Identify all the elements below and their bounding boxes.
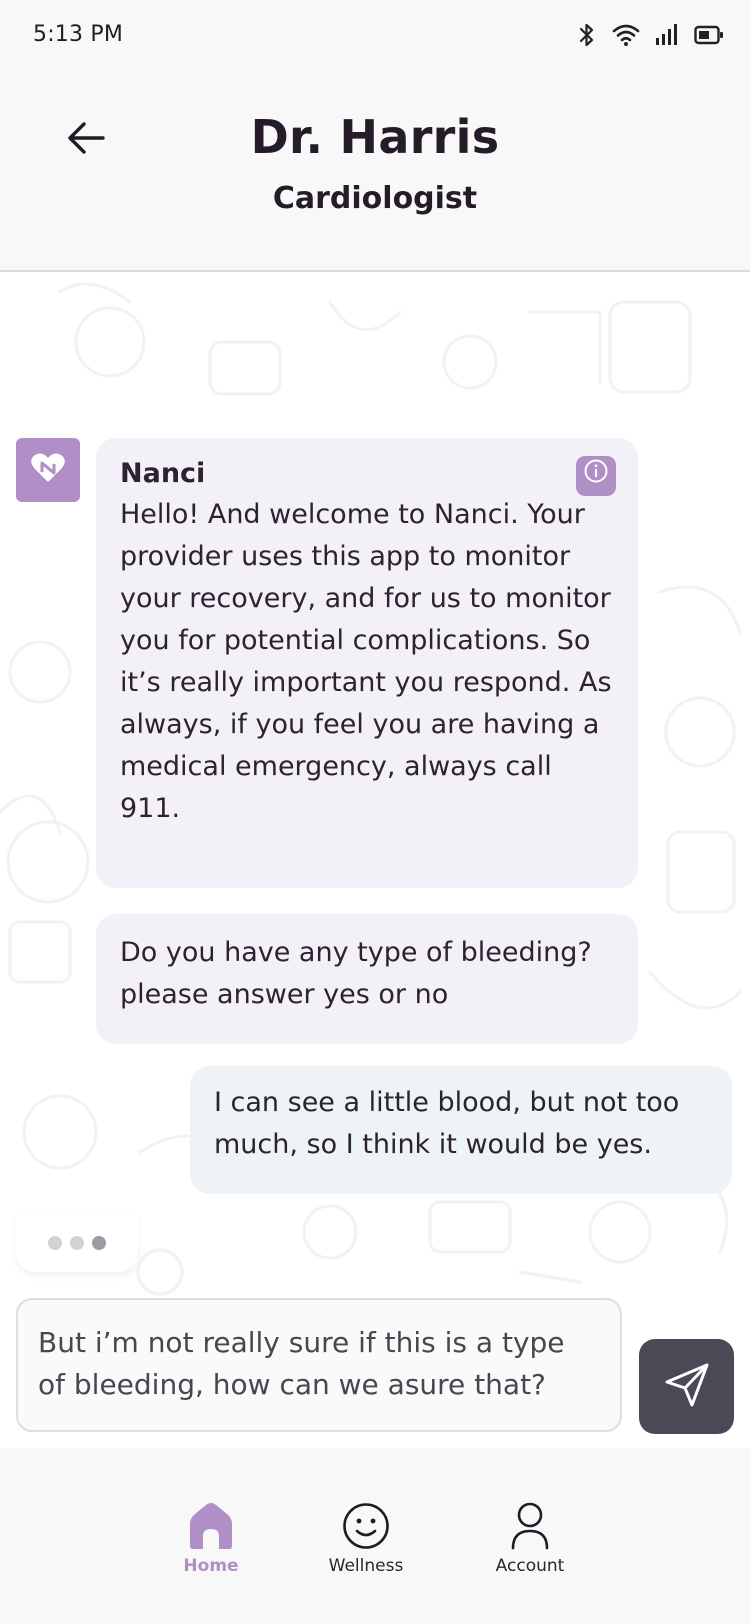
typing-dot — [48, 1236, 62, 1250]
message-text: I can see a little blood, but not too mu… — [214, 1087, 680, 1160]
nav-item-wellness[interactable]: Wellness — [306, 1498, 426, 1576]
nav-label: Account — [495, 1556, 565, 1576]
typing-indicator — [16, 1214, 138, 1272]
status-icons — [576, 22, 724, 48]
bluetooth-icon — [576, 22, 598, 48]
user-message: I can see a little blood, but not too mu… — [190, 1066, 732, 1194]
nav-label: Wellness — [328, 1556, 404, 1576]
battery-icon — [694, 24, 724, 46]
nav-item-home[interactable]: Home — [151, 1498, 271, 1576]
chat-area[interactable]: Nanci Hello! And welcome to Nanci. Your … — [0, 272, 750, 1448]
signal-icon — [654, 23, 680, 47]
status-bar: 5:13 PM — [0, 0, 750, 72]
bot-message: Do you have any type of bleeding? please… — [96, 914, 638, 1044]
nav-label: Home — [183, 1556, 239, 1576]
send-button[interactable] — [639, 1339, 734, 1434]
info-icon — [583, 455, 609, 497]
typing-dot — [92, 1236, 106, 1250]
nanci-avatar — [16, 438, 80, 502]
message-text: Hello! And welcome to Nanci. Your provid… — [120, 499, 612, 824]
person-icon — [470, 1498, 590, 1550]
bottom-nav: Home Wellness Account — [0, 1448, 750, 1624]
page-title: Dr. Harris — [250, 110, 500, 164]
send-icon — [663, 1362, 711, 1412]
message-input[interactable]: But i’m not really sure if this is a typ… — [16, 1298, 622, 1432]
page-subtitle: Cardiologist — [272, 181, 478, 216]
info-button[interactable] — [576, 456, 616, 496]
smiley-icon — [306, 1498, 426, 1550]
heart-logo-icon — [31, 452, 65, 488]
message-sender: Nanci — [120, 458, 206, 489]
status-time: 5:13 PM — [33, 22, 124, 47]
nav-item-account[interactable]: Account — [470, 1498, 590, 1576]
chat-header: Dr. Harris Cardiologist — [0, 72, 750, 272]
typing-dot — [70, 1236, 84, 1250]
bot-message: Nanci Hello! And welcome to Nanci. Your … — [96, 438, 638, 888]
home-icon — [151, 1498, 271, 1550]
wifi-icon — [612, 23, 640, 47]
message-text: Do you have any type of bleeding? please… — [120, 937, 592, 1010]
